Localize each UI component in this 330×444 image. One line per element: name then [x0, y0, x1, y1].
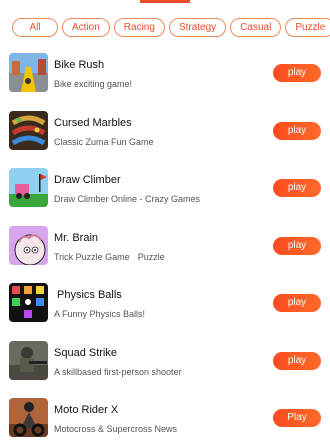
- game-list-item[interactable]: Moto Rider X Motocross & Supercross News…: [0, 395, 330, 444]
- game-list-item[interactable]: Physics Balls A Funny Physics Balls! pla…: [0, 280, 330, 338]
- game-title: Physics Balls: [57, 289, 122, 301]
- moto-rider-x-icon[interactable]: [9, 398, 48, 437]
- mr-brain-icon[interactable]: [9, 225, 48, 265]
- draw-climber-icon[interactable]: [9, 168, 48, 207]
- game-title: Draw Climber: [54, 174, 121, 186]
- filter-chip-all[interactable]: All: [12, 18, 58, 37]
- filter-chip-strategy[interactable]: Strategy: [168, 18, 227, 37]
- active-tab-indicator: [140, 0, 190, 3]
- game-description-text: A skillbased first-person shooter: [54, 366, 182, 377]
- filter-chip-action[interactable]: Action: [62, 18, 110, 37]
- squad-strike-icon[interactable]: [9, 340, 48, 380]
- game-title: Cursed Marbles: [54, 116, 132, 129]
- game-description: Trick Puzzle Game Puzzle: [54, 252, 165, 262]
- filter-chip-racing[interactable]: Racing: [113, 18, 165, 37]
- physics-balls-icon[interactable]: [9, 283, 48, 322]
- category-filter-bar: All Action Racing Strategy Casual Puzzle: [12, 18, 330, 38]
- cursed-marbles-icon[interactable]: [9, 110, 48, 150]
- game-description-text: Trick Puzzle Game: [54, 251, 130, 262]
- game-list: Bike Rush Bike exciting game! play Curse…: [0, 50, 330, 444]
- game-description: A Funny Physics Balls!: [54, 309, 145, 319]
- game-description-text: Bike exciting game!: [54, 79, 133, 89]
- play-button[interactable]: play: [273, 294, 321, 312]
- game-title: Bike Rush: [54, 59, 105, 71]
- game-list-item[interactable]: Bike Rush Bike exciting game! play: [0, 50, 330, 108]
- game-title: Moto Rider X: [54, 404, 119, 416]
- game-list-item[interactable]: Draw Climber Draw Climber Online - Crazy…: [0, 165, 330, 223]
- play-button[interactable]: play: [273, 179, 321, 197]
- game-description: A skillbased first-person shooter: [54, 367, 182, 377]
- game-description: Motocross & Supercross News: [54, 424, 177, 434]
- play-button[interactable]: play: [273, 236, 321, 255]
- play-button[interactable]: play: [273, 64, 321, 82]
- game-list-item[interactable]: Squad Strike A skillbased first-person s…: [0, 338, 330, 396]
- filter-chip-casual[interactable]: Casual: [230, 18, 282, 37]
- game-description: Draw Climber Online - Crazy Games: [54, 194, 200, 204]
- game-description-text: Motocross & Supercross News: [54, 424, 178, 434]
- game-description-text: Draw Climber Online - Crazy Games: [54, 194, 201, 204]
- game-list-item[interactable]: Mr. Brain Trick Puzzle Game Puzzle play: [0, 223, 330, 281]
- game-list-item[interactable]: Cursed Marbles Classic Zuma Fun Game pla…: [0, 108, 330, 166]
- bike-rush-icon[interactable]: [9, 53, 48, 92]
- game-description: Classic Zuma Fun Game: [54, 137, 154, 147]
- game-category-tag: Puzzle: [137, 251, 165, 262]
- play-button[interactable]: play: [273, 351, 321, 370]
- game-description-text: Classic Zuma Fun Game: [54, 136, 154, 147]
- game-description-text: A Funny Physics Balls!: [54, 309, 146, 319]
- play-button[interactable]: Play: [273, 409, 321, 427]
- filter-chip-puzzle[interactable]: Puzzle: [285, 18, 330, 37]
- game-description: Bike exciting game!: [54, 79, 132, 89]
- game-title: Mr. Brain: [54, 231, 99, 244]
- play-button[interactable]: play: [273, 121, 321, 140]
- game-title: Squad Strike: [54, 346, 117, 359]
